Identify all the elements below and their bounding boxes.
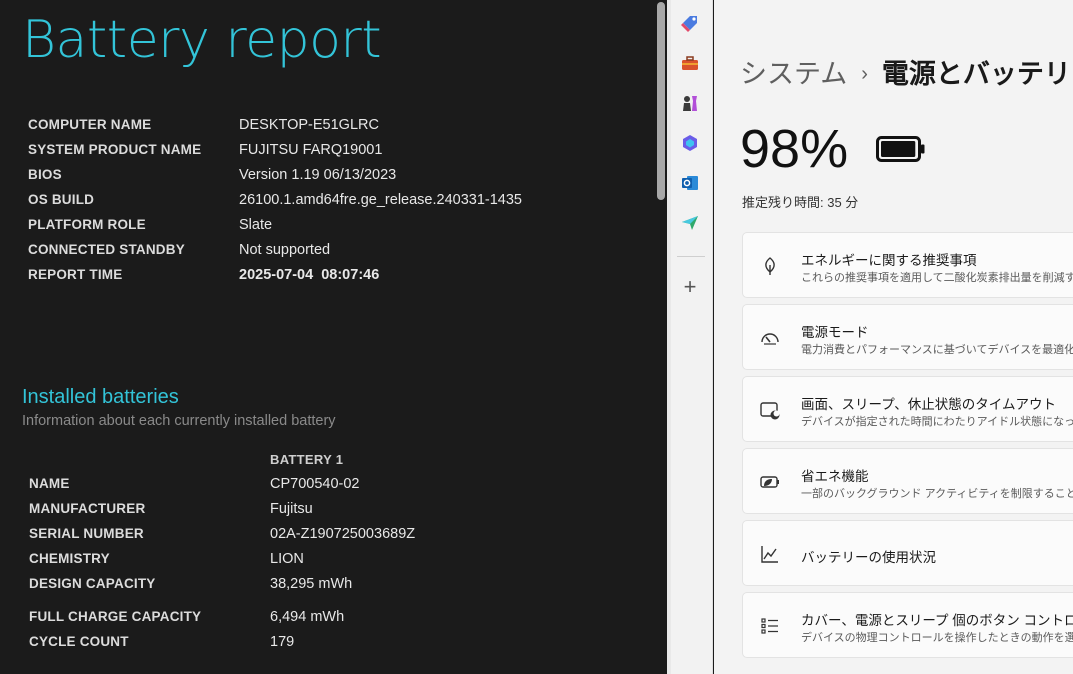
row-value: Version 1.19 06/13/2023 [239, 167, 397, 183]
list-icon [759, 615, 781, 637]
row-value: Slate [239, 217, 273, 233]
tag-icon[interactable] [679, 12, 701, 34]
card-title: 電源モード [801, 325, 869, 340]
outlook-icon[interactable] [679, 172, 701, 194]
chess-icon[interactable] [679, 92, 701, 114]
row-value: Fujitsu [270, 501, 313, 517]
row-key: REPORT TIME [28, 267, 123, 282]
row-key: DESIGN CAPACITY [29, 576, 156, 591]
installed-batteries-subtitle: Information about each currently install… [22, 413, 336, 429]
card-title: エネルギーに関する推奨事項 [801, 253, 977, 268]
card-subtitle: これらの推奨事項を適用して二酸化炭素排出量を削減す [801, 272, 1073, 284]
card-title: 省エネ機能 [801, 469, 869, 484]
row-key: SERIAL NUMBER [29, 526, 144, 541]
chevron-right-icon: › [861, 63, 868, 85]
remaining-time: 推定残り時間: 35 分 [742, 195, 859, 210]
row-key: MANUFACTURER [29, 501, 146, 516]
card-title: バッテリーの使用状況 [801, 550, 936, 565]
row-value: 6,494 mWh [270, 609, 345, 625]
page-title: 電源とバッテリー [881, 59, 1073, 89]
card-title: カバー、電源とスリープ 個のボタン コントロール [801, 613, 1073, 628]
row-key: COMPUTER NAME [28, 117, 152, 132]
row-key: OS BUILD [28, 192, 95, 207]
card-subtitle: デバイスが指定された時間にわたりアイドル状態になった場合 [801, 416, 1073, 428]
scrollbar-thumb[interactable] [657, 2, 665, 200]
gauge-icon [759, 327, 781, 349]
row-key: SYSTEM PRODUCT NAME [28, 142, 202, 157]
breadcrumb-parent-system[interactable]: システム [740, 59, 847, 89]
row-key: CONNECTED STANDBY [28, 242, 185, 257]
edge-sidebar: + [671, 0, 713, 674]
row-key: FULL CHARGE CAPACITY [29, 609, 202, 624]
row-key: PLATFORM ROLE [28, 217, 146, 232]
row-value: DESKTOP-E51GLRC [239, 117, 379, 133]
breadcrumb: システム › 電源とバッテリー [740, 52, 1073, 91]
row-value: CP700540-02 [270, 476, 360, 492]
row-value: 38,295 mWh [270, 576, 353, 592]
row-key: NAME [29, 476, 70, 491]
row-value: 26100.1.amd64fre.ge_release.240331-1435 [239, 192, 522, 208]
leaf-icon [759, 255, 781, 277]
power-mode-card[interactable]: 電源モード 電力消費とパフォーマンスに基づいてデバイスを最適化 [742, 304, 1073, 370]
settings-window: システム › 電源とバッテリー 98% 推定残り時間: 35 分 エネルギーに関する… [714, 0, 1073, 674]
card-title: 画面、スリープ、休止状態のタイムアウト [801, 397, 1057, 412]
energy-saver-card[interactable]: 省エネ機能 一部のバックグラウンド アクティビティを制限することで、電力 [742, 448, 1073, 514]
battery-column-header: BATTERY 1 [270, 452, 344, 467]
add-icon[interactable]: + [679, 276, 701, 298]
row-value: FUJITSU FARQ19001 [239, 142, 383, 158]
row-value: 179 [270, 634, 295, 650]
energy-recommendations-card[interactable]: エネルギーに関する推奨事項 これらの推奨事項を適用して二酸化炭素排出量を削減す [742, 232, 1073, 298]
report-title: Battery report [22, 10, 382, 70]
battery-saver-icon [759, 471, 781, 493]
row-key: CHEMISTRY [29, 551, 110, 566]
card-subtitle: デバイスの物理コントロールを操作したときの動作を選択し [801, 632, 1073, 644]
row-key: CYCLE COUNT [29, 634, 129, 649]
sidebar-divider [677, 256, 705, 257]
toolbox-icon[interactable] [679, 52, 701, 74]
card-subtitle: 一部のバックグラウンド アクティビティを制限することで、電力 [801, 488, 1073, 500]
battery-percentage: 98% [740, 119, 849, 179]
row-value: Not supported [239, 242, 331, 258]
card-subtitle: 電力消費とパフォーマンスに基づいてデバイスを最適化 [801, 344, 1073, 356]
sleep-icon [759, 399, 781, 421]
battery-usage-card[interactable]: バッテリーの使用状況 [742, 520, 1073, 586]
report-time-value: 2025-07-04 08:07:46 [239, 267, 380, 283]
copilot-icon[interactable] [679, 132, 701, 154]
battery-icon [876, 136, 925, 162]
battery-report-page: Battery report COMPUTER NAME DESKTOP-E51… [0, 0, 653, 674]
chart-icon [759, 543, 781, 565]
row-value: 02A-Z190725003689Z [270, 526, 416, 542]
send-icon[interactable] [679, 212, 701, 234]
installed-batteries-heading: Installed batteries [22, 386, 179, 408]
row-key: BIOS [28, 167, 62, 182]
buttons-control-card[interactable]: カバー、電源とスリープ 個のボタン コントロール デバイスの物理コントロールを操… [742, 592, 1073, 658]
screen-sleep-timeout-card[interactable]: 画面、スリープ、休止状態のタイムアウト デバイスが指定された時間にわたりアイドル… [742, 376, 1073, 442]
row-value: LION [270, 551, 304, 567]
